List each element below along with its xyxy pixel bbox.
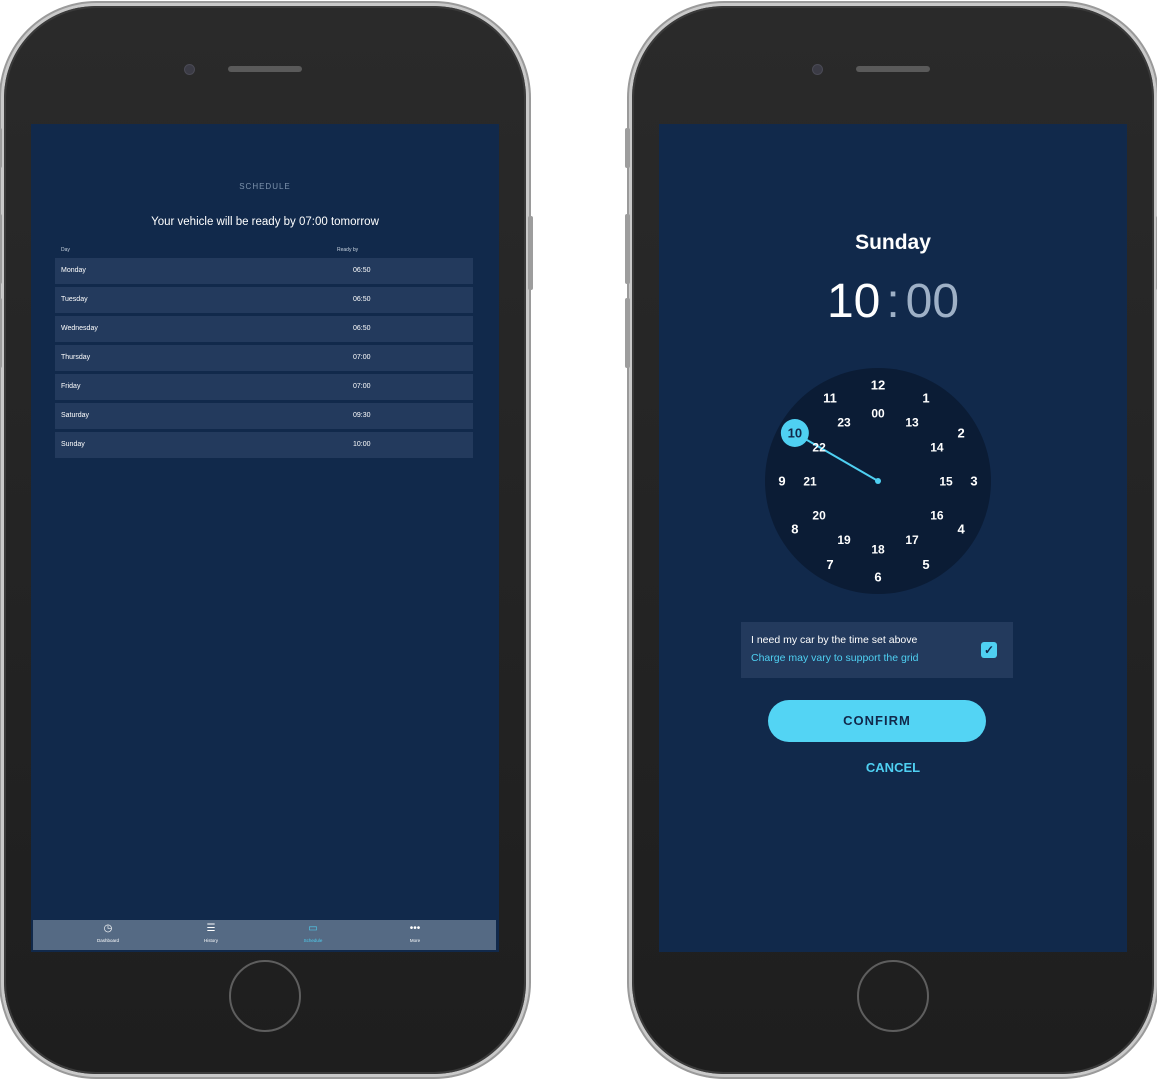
tab-label: More [409, 938, 421, 943]
clock-center-dot [875, 478, 881, 484]
time-separator: : [886, 275, 900, 328]
phone-right: Sunday 10:00 12 1 2 3 4 5 6 7 8 9 10 11 00 13 14 15 16 17… [625, 6, 1157, 1074]
schedule-list: Monday 06:50 Tuesday 06:50 Wednesday 06:… [55, 258, 473, 461]
day-column-header: Day [61, 247, 70, 253]
hour-inner-14[interactable]: 14 [930, 440, 944, 454]
more-icon: ••• [409, 923, 421, 934]
row-time: 07:00 [353, 354, 371, 361]
grid-note: Charge may vary to support the grid [751, 652, 919, 664]
hour-outer-5[interactable]: 5 [922, 557, 929, 572]
earpiece-speaker [228, 66, 302, 72]
picker-day-title: Sunday [855, 231, 931, 254]
volume-up-button [625, 214, 630, 284]
tab-label: Dashboard [96, 938, 119, 943]
volume-down-button [625, 298, 630, 368]
hour-outer-9[interactable]: 9 [778, 474, 785, 489]
time-picker-screen: Sunday 10:00 12 1 2 3 4 5 6 7 8 9 10 11 00 13 14 15 16 17… [659, 124, 1127, 952]
hour-outer-7[interactable]: 7 [826, 557, 833, 572]
hour-outer-6[interactable]: 6 [874, 570, 881, 585]
hour-inner-17[interactable]: 17 [905, 533, 919, 547]
row-time: 06:50 [353, 296, 371, 303]
row-day: Monday [61, 267, 86, 274]
hour-outer-12[interactable]: 12 [871, 378, 885, 393]
front-camera [812, 64, 823, 75]
picker-time-display: 10:00 [659, 274, 1127, 329]
power-button [528, 216, 533, 290]
hour-outer-8[interactable]: 8 [791, 522, 798, 537]
hour-inner-23[interactable]: 23 [837, 415, 851, 429]
confirm-button[interactable]: CONFIRM [768, 700, 986, 742]
clock-dial[interactable]: 12 1 2 3 4 5 6 7 8 9 10 11 00 13 14 15 16 17 18 19 20 21 22 23 [763, 366, 993, 596]
row-day: Tuesday [61, 296, 88, 303]
tab-dashboard[interactable]: ◷ Dashboard [68, 920, 148, 950]
row-time: 07:00 [353, 383, 371, 390]
row-time: 06:50 [353, 325, 371, 332]
hour-inner-15[interactable]: 15 [939, 474, 953, 488]
volume-down-button [0, 298, 2, 368]
tab-schedule[interactable]: ▭ Schedule [273, 920, 353, 950]
hour-outer-10[interactable]: 10 [788, 426, 802, 441]
schedule-row-monday[interactable]: Monday 06:50 [55, 258, 473, 284]
hour-inner-22[interactable]: 22 [812, 440, 826, 454]
bottom-tab-bar: ◷ Dashboard ☰ History ▭ Schedule ••• Mor… [33, 920, 496, 950]
schedule-row-thursday[interactable]: Thursday 07:00 [55, 345, 473, 371]
home-button [229, 960, 301, 1032]
row-time: 06:50 [353, 267, 371, 274]
hour-inner-13[interactable]: 13 [905, 415, 919, 429]
minute-value[interactable]: 00 [906, 275, 959, 328]
mute-switch [625, 128, 630, 168]
earpiece-speaker [856, 66, 930, 72]
hour-outer-1[interactable]: 1 [922, 391, 929, 406]
row-time: 10:00 [353, 441, 371, 448]
need-car-label: I need my car by the time set above [751, 634, 918, 646]
volume-up-button [0, 214, 2, 284]
hour-outer-3[interactable]: 3 [970, 474, 977, 489]
hour-inner-00[interactable]: 00 [871, 406, 885, 420]
hour-inner-16[interactable]: 16 [930, 508, 944, 522]
hour-inner-19[interactable]: 19 [837, 533, 851, 547]
schedule-row-sunday[interactable]: Sunday 10:00 [55, 432, 473, 458]
hour-outer-4[interactable]: 4 [958, 522, 966, 537]
mute-switch [0, 128, 2, 168]
screen-title: SCHEDULE [239, 182, 291, 191]
front-camera [184, 64, 195, 75]
calendar-icon: ▭ [308, 923, 318, 934]
clock-icon: ◷ [103, 923, 113, 934]
hour-inner-21[interactable]: 21 [803, 474, 817, 488]
schedule-row-tuesday[interactable]: Tuesday 06:50 [55, 287, 473, 313]
schedule-row-saturday[interactable]: Saturday 09:30 [55, 403, 473, 429]
home-button [857, 960, 929, 1032]
hour-inner-18[interactable]: 18 [871, 542, 885, 556]
phone-left: SCHEDULE Your vehicle will be ready by 0… [0, 6, 533, 1074]
hour-value[interactable]: 10 [827, 275, 880, 328]
schedule-screen: SCHEDULE Your vehicle will be ready by 0… [31, 124, 499, 952]
cancel-button[interactable]: CANCEL [659, 760, 1127, 775]
need-car-option: I need my car by the time set above Char… [741, 622, 1013, 678]
need-car-checkbox[interactable]: ✓ [981, 642, 997, 658]
ready-headline: Your vehicle will be ready by 07:00 tomo… [151, 216, 379, 228]
row-day: Friday [61, 383, 81, 390]
hour-outer-11[interactable]: 11 [823, 391, 837, 406]
row-day: Saturday [61, 412, 90, 419]
hour-outer-2[interactable]: 2 [958, 426, 965, 441]
tab-label: Schedule [303, 938, 323, 943]
tab-label: History [203, 938, 218, 943]
row-day: Sunday [61, 441, 85, 448]
clock-face: 121234567891011001314151617181920212223 [765, 368, 991, 594]
row-day: Wednesday [61, 325, 98, 332]
list-icon: ☰ [206, 923, 216, 934]
row-day: Thursday [61, 354, 91, 361]
tab-history[interactable]: ☰ History [171, 920, 251, 950]
tab-more[interactable]: ••• More [375, 920, 455, 950]
ready-by-column-header: Ready by [337, 247, 359, 253]
schedule-row-wednesday[interactable]: Wednesday 06:50 [55, 316, 473, 342]
row-time: 09:30 [353, 412, 371, 419]
schedule-row-friday[interactable]: Friday 07:00 [55, 374, 473, 400]
hour-inner-20[interactable]: 20 [812, 508, 826, 522]
